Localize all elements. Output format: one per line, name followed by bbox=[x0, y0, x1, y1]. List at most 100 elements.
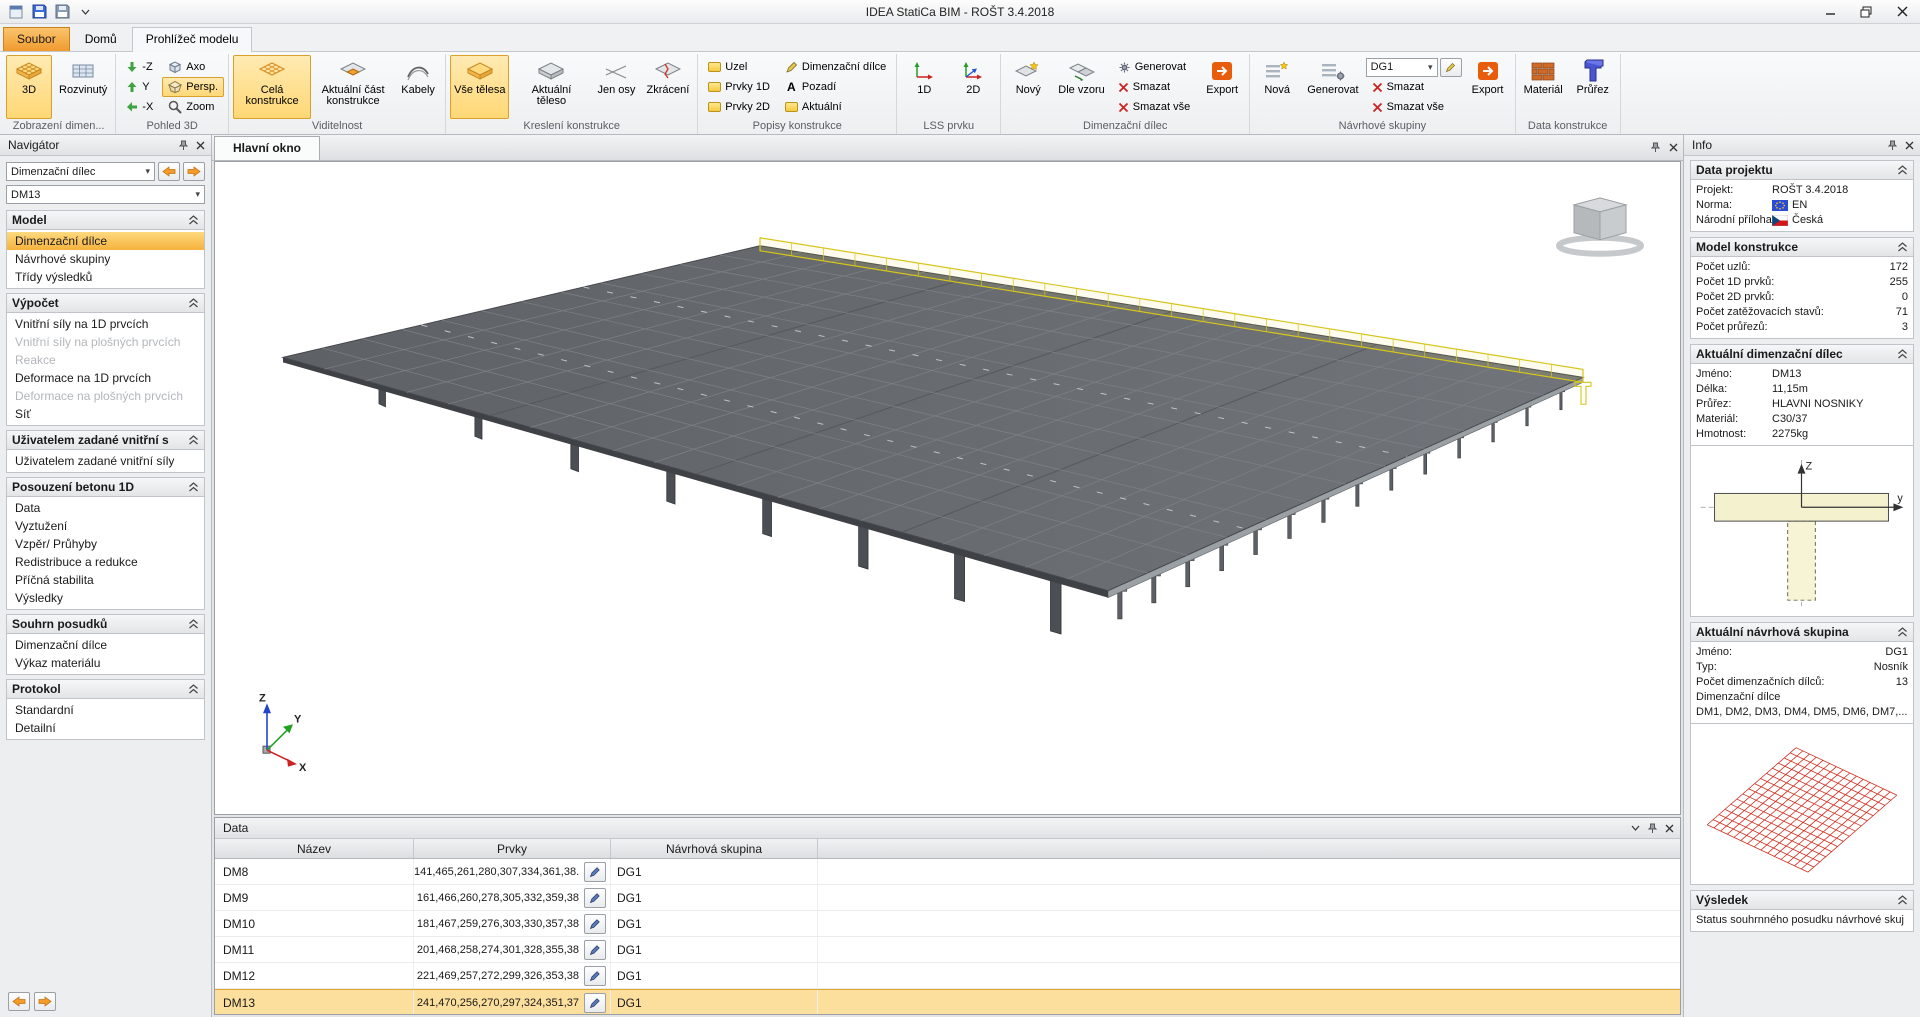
button-smazat-vse-dilce[interactable]: Smazat vše bbox=[1112, 97, 1196, 117]
button-export-dilce[interactable]: Export bbox=[1199, 55, 1245, 119]
nav-item[interactable]: Deformace na 1D prvcích bbox=[7, 369, 204, 387]
tab-domu[interactable]: Domů bbox=[71, 27, 131, 51]
button-novy-dilec[interactable]: Nový bbox=[1005, 55, 1051, 119]
nav-item[interactable]: Data bbox=[7, 499, 204, 517]
section-header[interactable]: Uživatelem zadané vnitřní s bbox=[6, 430, 205, 450]
save-all-icon[interactable] bbox=[52, 3, 72, 21]
navigator-pin-icon[interactable] bbox=[177, 139, 190, 152]
button-lss-2d[interactable]: 2D bbox=[950, 55, 996, 119]
button-3d[interactable]: 3D bbox=[6, 55, 52, 119]
next-page-button[interactable] bbox=[34, 992, 56, 1011]
nav-item[interactable]: Výsledky bbox=[7, 589, 204, 607]
next-member-button[interactable] bbox=[183, 162, 205, 181]
section-header[interactable]: Model konstrukce bbox=[1690, 237, 1914, 257]
nav-item[interactable]: Vzpěr/ Průhyby bbox=[7, 535, 204, 553]
toggle-uzel[interactable]: Uzel bbox=[702, 57, 776, 77]
prev-member-button[interactable] bbox=[158, 162, 180, 181]
toggle-aktualni[interactable]: Aktuální bbox=[779, 97, 892, 117]
viewport-pin-icon[interactable] bbox=[1649, 141, 1662, 154]
info-close-icon[interactable] bbox=[1904, 140, 1915, 151]
prev-page-button[interactable] bbox=[8, 992, 30, 1011]
edit-row-button[interactable] bbox=[584, 914, 606, 934]
toggle-prvky-1d[interactable]: Prvky 1D bbox=[702, 77, 776, 97]
data-pin-icon[interactable] bbox=[1646, 822, 1659, 835]
toggle-pozadi[interactable]: APozadí bbox=[779, 77, 892, 97]
button-jen-osy[interactable]: Jen osy bbox=[593, 55, 639, 119]
table-row[interactable]: DM13 241,470,256,270,297,324,351,37 DG1 bbox=[215, 989, 1680, 1014]
toggle-dimenzacni-dilce[interactable]: Dimenzační dílce bbox=[779, 57, 892, 77]
data-close-icon[interactable] bbox=[1664, 823, 1675, 834]
member-select-combo[interactable]: DM13▾ bbox=[6, 185, 205, 204]
navigator-close-icon[interactable] bbox=[195, 140, 206, 151]
nav-item[interactable]: Návrhové skupiny bbox=[7, 250, 204, 268]
table-row[interactable]: DM11 201,468,258,274,301,328,355,38 DG1 bbox=[215, 937, 1680, 963]
nav-item[interactable]: Dimenzační dílce bbox=[7, 636, 204, 654]
nav-item[interactable]: Vyztužení bbox=[7, 517, 204, 535]
close-button[interactable] bbox=[1884, 0, 1920, 23]
view-cube[interactable] bbox=[1559, 198, 1641, 254]
button-material[interactable]: Materiál bbox=[1520, 55, 1567, 119]
edit-row-button[interactable] bbox=[584, 966, 606, 986]
nav-item[interactable]: Reakce bbox=[7, 351, 204, 369]
nav-item[interactable]: Síť bbox=[7, 405, 204, 423]
design-group-combo[interactable]: DG1▾ bbox=[1366, 58, 1438, 77]
tab-soubor[interactable]: Soubor bbox=[3, 27, 70, 51]
button-view-y[interactable]: Y bbox=[120, 77, 159, 97]
edit-row-button[interactable] bbox=[584, 993, 606, 1013]
button-export-skupiny[interactable]: Export bbox=[1465, 55, 1511, 119]
button-smazat-dilec[interactable]: Smazat bbox=[1112, 77, 1196, 97]
nav-item[interactable]: Výkaz materiálu bbox=[7, 654, 204, 672]
edit-row-button[interactable] bbox=[584, 862, 606, 882]
nav-item[interactable]: Uživatelem zadané vnitřní síly bbox=[7, 452, 204, 470]
save-icon[interactable] bbox=[29, 3, 49, 21]
button-zoom[interactable]: Zoom bbox=[162, 97, 224, 117]
table-row[interactable]: DM9 161,466,260,278,305,332,359,38 DG1 bbox=[215, 885, 1680, 911]
section-header[interactable]: Posouzení betonu 1D bbox=[6, 477, 205, 497]
column-header-nazev[interactable]: Název bbox=[215, 839, 414, 858]
nav-item[interactable]: Deformace na plošných prvcích bbox=[7, 387, 204, 405]
button-zkraceni[interactable]: Zkrácení bbox=[642, 55, 693, 119]
section-header[interactable]: Aktuální dimenzační dílec bbox=[1690, 344, 1914, 364]
button-smazat-skupinu[interactable]: Smazat bbox=[1366, 77, 1462, 97]
navigator-mode-combo[interactable]: Dimenzační dílec▾ bbox=[6, 162, 155, 181]
restore-button[interactable] bbox=[1848, 0, 1884, 23]
app-icon[interactable] bbox=[6, 3, 26, 21]
button-cela-konstrukce[interactable]: Celá konstrukce bbox=[233, 55, 311, 119]
section-header[interactable]: Výpočet bbox=[6, 293, 205, 313]
button-rozvinuty[interactable]: Rozvinutý bbox=[55, 55, 111, 119]
table-row[interactable]: DM10 181,467,259,276,303,330,357,38 DG1 bbox=[215, 911, 1680, 937]
data-caret-icon[interactable] bbox=[1630, 824, 1641, 832]
section-header[interactable]: Protokol bbox=[6, 679, 205, 699]
edit-row-button[interactable] bbox=[584, 888, 606, 908]
edit-row-button[interactable] bbox=[584, 940, 606, 960]
button-lss-1d[interactable]: 1D bbox=[901, 55, 947, 119]
button-aktualni-cast-konstrukce[interactable]: Aktuální část konstrukce bbox=[314, 55, 392, 119]
column-header-skupina[interactable]: Návrhová skupina bbox=[611, 839, 818, 858]
nav-item[interactable]: Příčná stabilita bbox=[7, 571, 204, 589]
info-pin-icon[interactable] bbox=[1886, 139, 1899, 152]
button-generovat-dilce[interactable]: Generovat bbox=[1112, 57, 1196, 77]
nav-item[interactable]: Standardní bbox=[7, 701, 204, 719]
button-aktualni-teleso[interactable]: Aktuální těleso bbox=[512, 55, 590, 119]
section-header[interactable]: Data projektu bbox=[1690, 160, 1914, 180]
column-header-prvky[interactable]: Prvky bbox=[414, 839, 611, 858]
table-row[interactable]: DM12 221,469,257,272,299,326,353,38 DG1 bbox=[215, 963, 1680, 989]
button-view-minus-x[interactable]: -X bbox=[120, 97, 159, 117]
button-nova-skupina[interactable]: Nová bbox=[1254, 55, 1300, 119]
button-dle-vzoru[interactable]: Dle vzoru bbox=[1054, 55, 1108, 119]
nav-item[interactable]: Redistribuce a redukce bbox=[7, 553, 204, 571]
button-smazat-vse-skupiny[interactable]: Smazat vše bbox=[1366, 97, 1462, 117]
3d-scene[interactable]: Z Y X bbox=[215, 162, 1680, 814]
section-header[interactable]: Aktuální návrhová skupina bbox=[1690, 622, 1914, 642]
nav-item[interactable]: Dimenzační dílce bbox=[7, 232, 204, 250]
tab-prohlizec-modelu[interactable]: Prohlížeč modelu bbox=[132, 27, 253, 52]
button-prurez[interactable]: Průřez bbox=[1570, 55, 1616, 119]
minimize-button[interactable] bbox=[1812, 0, 1848, 23]
button-generovat-skupiny[interactable]: Generovat bbox=[1303, 55, 1362, 119]
table-row[interactable]: DM8 141,465,261,280,307,334,361,38... DG… bbox=[215, 859, 1680, 885]
qat-customize-icon[interactable] bbox=[75, 3, 95, 21]
tab-hlavni-okno[interactable]: Hlavní okno bbox=[214, 136, 320, 160]
nav-item[interactable]: Vnitřní síly na plošných prvcích bbox=[7, 333, 204, 351]
button-kabely[interactable]: Kabely bbox=[395, 55, 441, 119]
button-axo[interactable]: Axo bbox=[162, 57, 224, 77]
